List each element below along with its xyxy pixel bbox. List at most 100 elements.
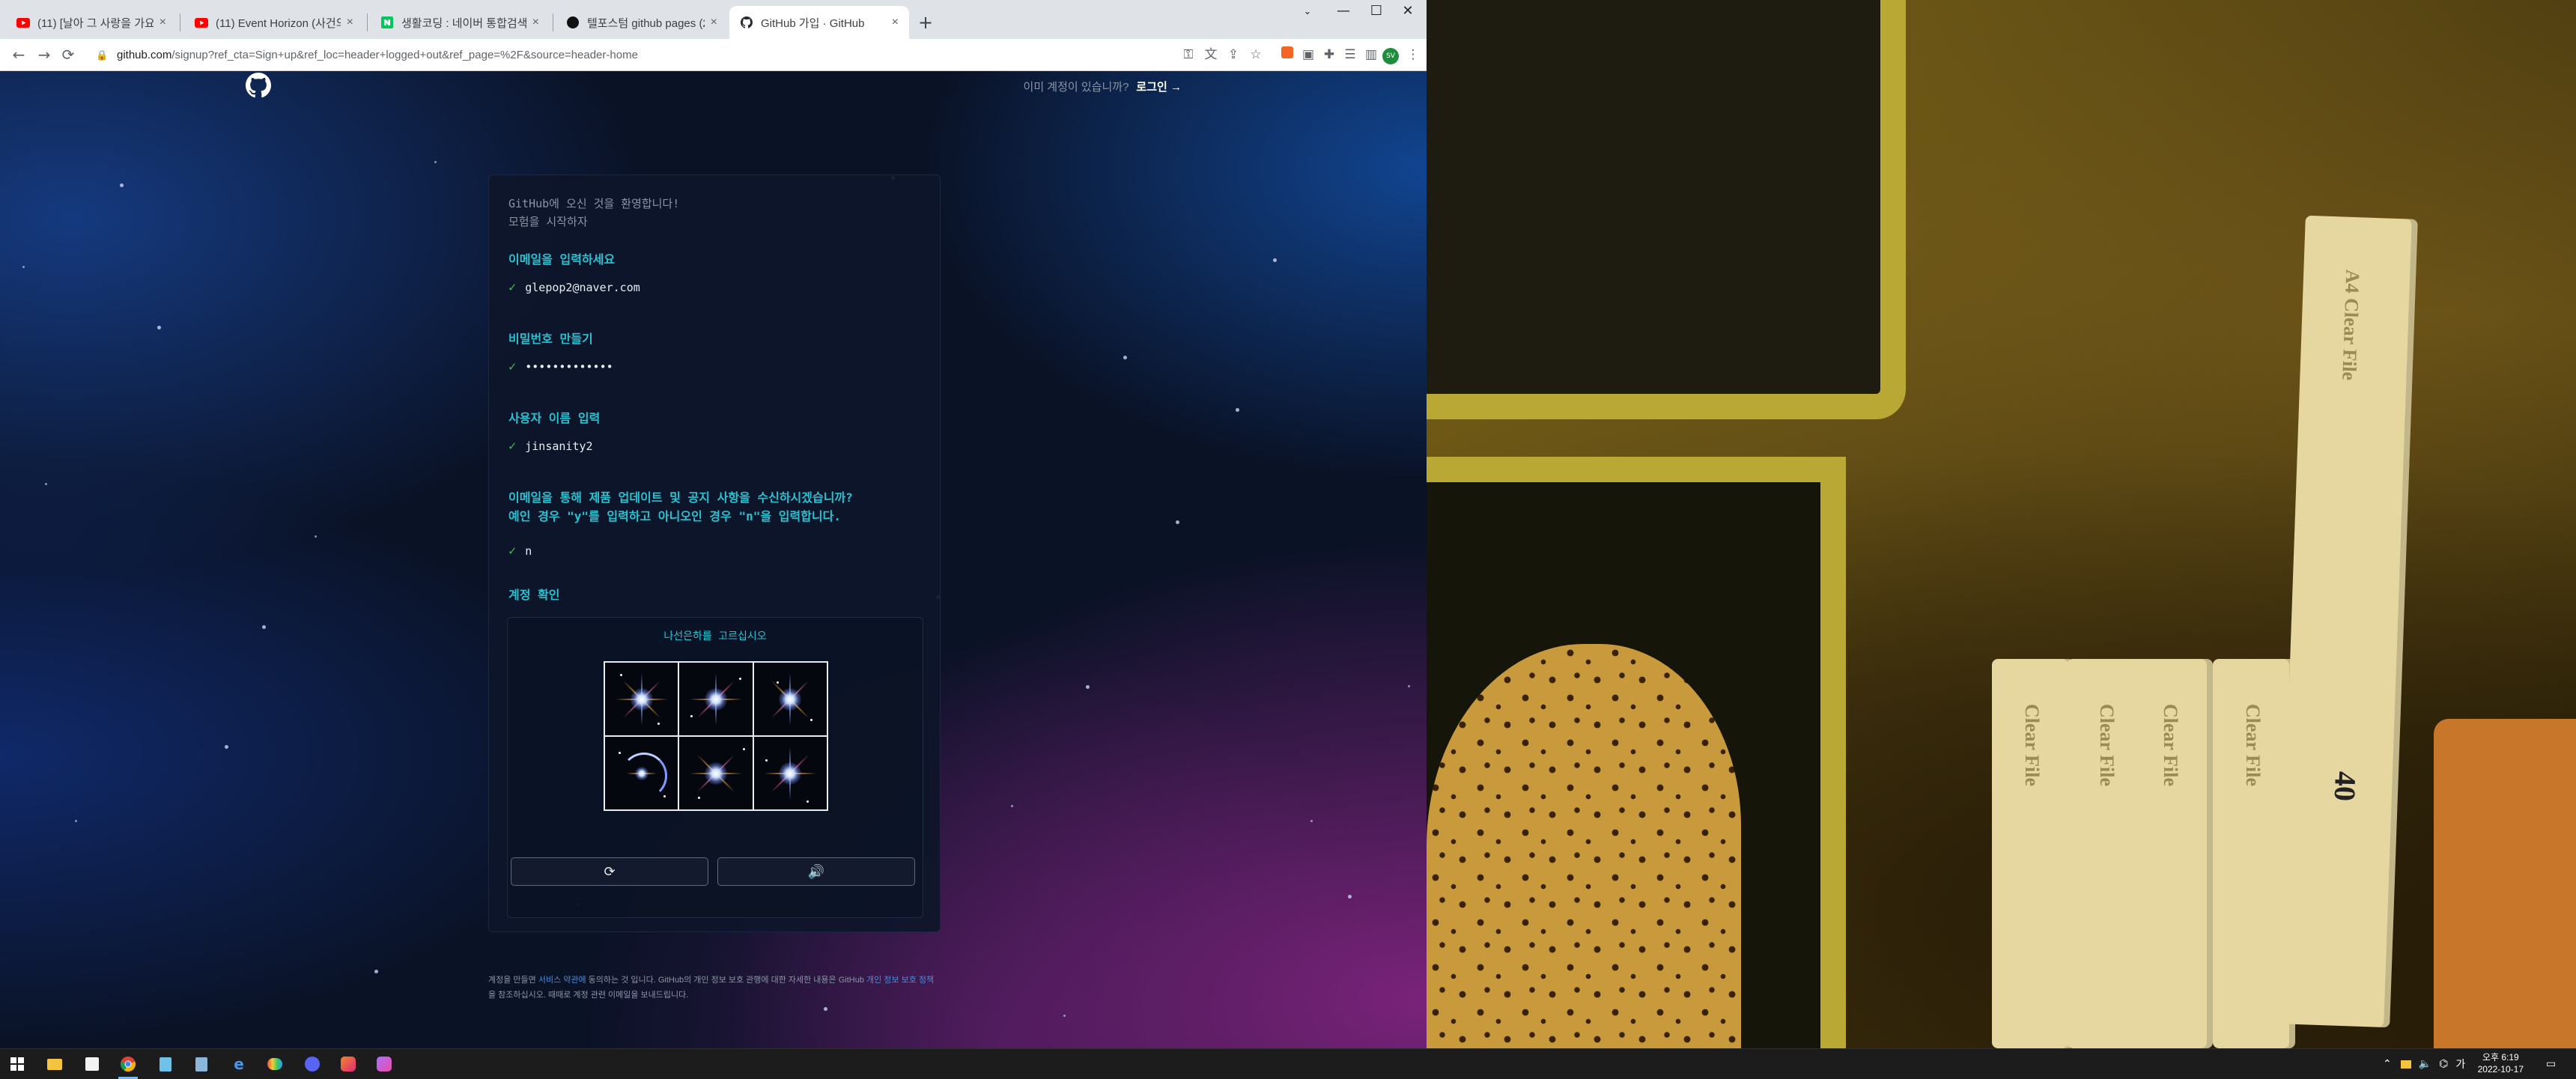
clock-time: 오후 6:19 <box>2482 1052 2519 1063</box>
captcha-option[interactable] <box>605 737 678 809</box>
signin-prompt: 이미 계정이 있습니까? 로그인 → <box>1024 79 1182 94</box>
tab-github-pages[interactable]: 텔포스텀 github pages (2022년 × <box>556 6 728 39</box>
terms-link[interactable]: 서비스 약관에 <box>538 976 586 985</box>
speaker-icon: 🔊 <box>807 863 825 880</box>
paint-icon[interactable] <box>265 1054 285 1074</box>
system-tray: ⌃ 🔈 ⌬ 가 <box>2383 1049 2473 1079</box>
welcome-line2: 모험을 시작하자 <box>508 215 588 228</box>
tab-close-icon[interactable]: × <box>532 16 539 29</box>
check-icon: ✓ <box>508 280 517 295</box>
username-value: jinsanity2 <box>525 440 593 453</box>
ime-icon[interactable]: 가 <box>2455 1057 2465 1072</box>
star <box>45 483 47 485</box>
maximize-button[interactable]: ☐ <box>1361 3 1391 19</box>
chrome-icon[interactable] <box>118 1054 138 1079</box>
captcha-refresh-button[interactable]: ⟳ <box>511 857 708 886</box>
star <box>1086 685 1090 689</box>
check-icon: ✓ <box>508 359 517 374</box>
translate-icon[interactable]: 文 <box>1203 46 1219 63</box>
captcha-option[interactable] <box>679 737 753 809</box>
tab-naver[interactable]: 생활코딩 : 네이버 통합검색 × <box>370 6 550 39</box>
tab-youtube-2[interactable]: (11) Event Horizon (사건의 × <box>184 6 364 39</box>
captcha-option[interactable] <box>679 663 753 735</box>
captcha-option[interactable] <box>753 663 827 735</box>
tray-app-icon[interactable] <box>2400 1060 2411 1069</box>
tray-overflow-icon[interactable]: ⌃ <box>2383 1058 2392 1070</box>
extension-rss-icon[interactable] <box>1279 46 1295 63</box>
marketing-label-line1: 이메일을 통해 제품 업데이트 및 공지 사항을 수신하시겠습니까? <box>508 490 853 505</box>
marketing-field[interactable]: ✓ n <box>508 544 532 559</box>
reload-icon[interactable]: ⟳ <box>58 46 78 64</box>
github-logo-icon[interactable] <box>246 73 271 98</box>
windows-taskbar: e ⌃ 🔈 ⌬ 가 오후 6:19 2022-10-17 ▭ <box>0 1048 2576 1079</box>
star <box>434 161 437 163</box>
share-icon[interactable]: ⇪ <box>1225 46 1242 63</box>
privacy-link[interactable]: 개인 정보 보호 정책 <box>866 976 934 985</box>
bookmark-star-icon[interactable]: ☆ <box>1248 46 1264 63</box>
password-label: 비밀번호 만들기 <box>508 332 593 346</box>
naver-icon <box>380 16 394 29</box>
browser-window: (11) [날아 그 사랑을 가요_EP.1] × (11) Event Hor… <box>0 0 1427 1048</box>
forward-icon[interactable]: → <box>34 46 54 64</box>
youtube-icon <box>16 16 30 29</box>
clock-date: 2022-10-17 <box>2477 1064 2524 1075</box>
tab-close-icon[interactable]: × <box>711 16 717 29</box>
captcha-prompt: 나선은하를 고르십시오 <box>663 630 767 642</box>
tab-title: 텔포스텀 github pages (2022년 <box>587 16 705 30</box>
key-icon[interactable]: ⚿ <box>1180 46 1197 63</box>
welcome-line1: GitHub에 오신 것을 환영합니다! <box>508 197 680 210</box>
network-icon[interactable]: ⌬ <box>2439 1058 2448 1070</box>
tab-strip: (11) [날아 그 사랑을 가요_EP.1] × (11) Event Hor… <box>0 0 1427 39</box>
extension-icon[interactable]: ▣ <box>1300 46 1316 63</box>
star <box>1176 520 1179 524</box>
speaker-icon[interactable]: 🔈 <box>2419 1058 2431 1070</box>
captcha-option[interactable] <box>753 737 827 809</box>
tab-close-icon[interactable]: × <box>892 16 899 29</box>
password-field[interactable]: ✓ ••••••••••••• <box>508 359 613 374</box>
signin-link[interactable]: 로그인 → <box>1136 81 1182 94</box>
captcha-audio-button[interactable]: 🔊 <box>717 857 915 886</box>
back-icon[interactable]: ← <box>9 46 28 64</box>
menu-kebab-icon[interactable]: ⋮ <box>1405 46 1421 63</box>
notepad-icon[interactable] <box>156 1054 175 1074</box>
username-field[interactable]: ✓ jinsanity2 <box>508 439 593 454</box>
file-explorer-icon[interactable] <box>45 1054 64 1074</box>
browser-toolbar: ← → ⟳ 🔒 github.com/signup?ref_cta=Sign+u… <box>0 39 1427 71</box>
discord-icon[interactable] <box>303 1054 322 1074</box>
tab-close-icon[interactable]: × <box>347 16 353 29</box>
star <box>1273 258 1277 262</box>
tab-close-icon[interactable]: × <box>160 16 166 29</box>
side-panel-icon[interactable]: ▥ <box>1363 46 1379 63</box>
tab-title: GitHub 가입 · GitHub <box>761 16 865 30</box>
tab-github-signup[interactable]: GitHub 가입 · GitHub × <box>729 6 909 39</box>
profile-avatar[interactable]: SV <box>1382 46 1399 64</box>
refresh-icon: ⟳ <box>604 863 616 880</box>
check-icon: ✓ <box>508 544 517 559</box>
tab-youtube-1[interactable]: (11) [날아 그 사랑을 가요_EP.1] × <box>6 6 177 39</box>
star <box>262 625 266 629</box>
notification-icon[interactable]: ▭ <box>2546 1049 2556 1079</box>
store-icon[interactable] <box>82 1054 102 1074</box>
reading-list-icon[interactable]: ☰ <box>1342 46 1358 63</box>
wallpaper-folder: Clear File <box>1992 659 2074 1048</box>
star <box>22 266 25 268</box>
minimize-button[interactable]: — <box>1328 3 1358 19</box>
check-icon: ✓ <box>508 439 517 454</box>
taskbar-clock[interactable]: 오후 6:19 2022-10-17 <box>2478 1051 2524 1075</box>
marketing-label-line2: 예인 경우 "y"를 입력하고 아니오인 경우 "n"을 입력합니다. <box>508 509 841 523</box>
address-bar[interactable]: 🔒 github.com/signup?ref_cta=Sign+up&ref_… <box>84 44 1162 65</box>
app-icon[interactable] <box>338 1054 358 1074</box>
extensions-puzzle-icon[interactable]: ✚ <box>1321 46 1337 63</box>
calculator-icon[interactable] <box>192 1054 211 1074</box>
footer-text: 을 참조하십시오. 때때로 계정 관련 이메일을 보내드립니다. <box>488 991 689 1000</box>
windows-start-icon[interactable] <box>7 1054 27 1074</box>
new-tab-button[interactable]: + <box>915 12 936 33</box>
captcha-option[interactable] <box>605 663 678 735</box>
signin-prompt-text: 이미 계정이 있습니까? <box>1023 81 1129 94</box>
star <box>120 183 124 187</box>
close-window-button[interactable]: ✕ <box>1393 3 1423 19</box>
tab-search-icon[interactable]: ⌄ <box>1292 6 1322 17</box>
photo-icon[interactable] <box>374 1054 394 1074</box>
edge-icon[interactable]: e <box>229 1054 249 1074</box>
email-field[interactable]: ✓ glepop2@naver.com <box>508 280 640 295</box>
